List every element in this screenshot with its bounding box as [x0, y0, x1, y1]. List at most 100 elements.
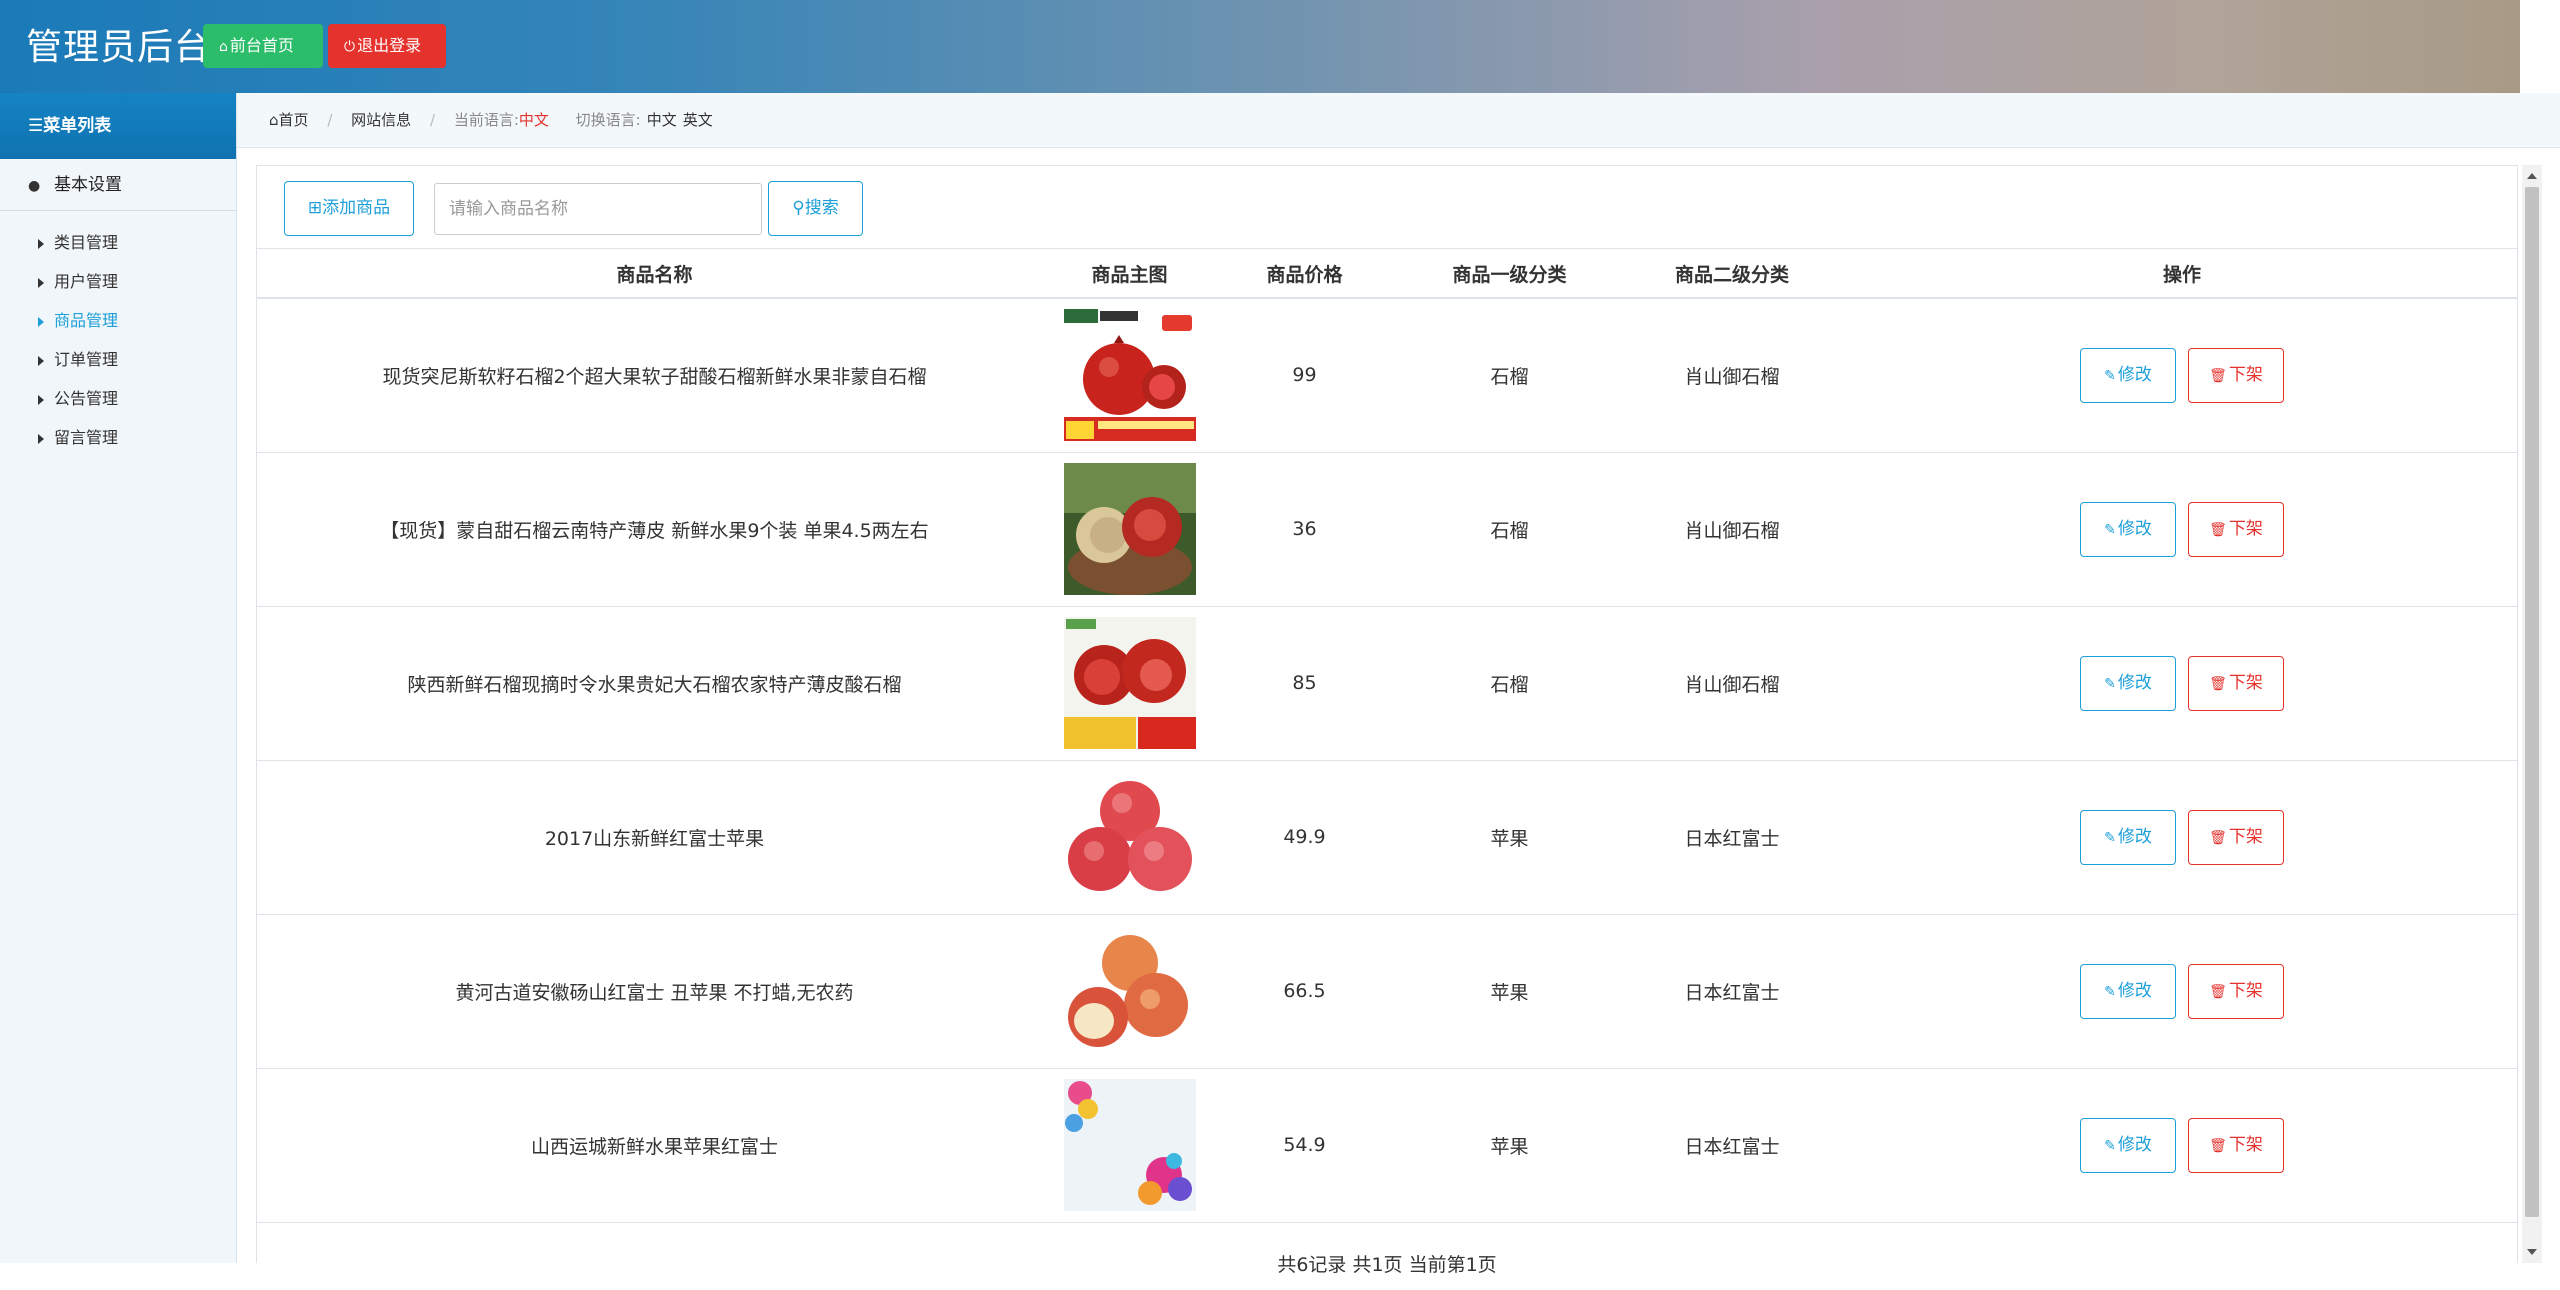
- admin-title: 管理员后台: [26, 27, 212, 68]
- product-name: 黄河古道安徽砀山红富士 丑苹果 不打蜡,无农药: [257, 914, 1052, 1069]
- edit-icon: ✎: [2104, 675, 2116, 692]
- remove-button[interactable]: 🗑 下架: [2188, 963, 2285, 1019]
- remove-button[interactable]: 🗑 下架: [2188, 1117, 2285, 1173]
- product-category-2: 日本红富士: [1617, 760, 1847, 915]
- home-button[interactable]: ⌂ 前台首页: [203, 24, 323, 68]
- column-header-image: 商品主图: [1052, 249, 1207, 299]
- user-icon: ●: [28, 178, 41, 194]
- product-image-apples-red: [1063, 771, 1196, 903]
- switch-lang-label: 切换语言:: [575, 111, 641, 129]
- current-lang-label: 当前语言:: [453, 111, 519, 129]
- caret-right-icon: [38, 277, 44, 288]
- logout-button[interactable]: ⏻ 退出登录: [328, 24, 446, 68]
- trash-icon: 🗑: [2209, 829, 2227, 846]
- column-header-category-1: 商品一级分类: [1402, 249, 1617, 299]
- product-name: 现货突尼斯软籽石榴2个超大果软子甜酸石榴新鲜水果非蒙自石榴: [257, 298, 1052, 453]
- sidebar-item-orders[interactable]: 订单管理: [0, 340, 236, 379]
- product-category-2: 日本红富士: [1617, 914, 1847, 1069]
- product-image-pomegranate-promo: [1063, 309, 1196, 442]
- product-image-pomegranate-sour: [1063, 617, 1196, 749]
- sidebar-item-announcements[interactable]: 公告管理: [0, 379, 236, 418]
- toolbar: ⊞添加商品 ⚲搜索: [257, 166, 2517, 249]
- remove-button[interactable]: 🗑 下架: [2188, 347, 2285, 403]
- sidebar-item-category[interactable]: 类目管理: [0, 223, 236, 262]
- add-product-button[interactable]: ⊞添加商品: [284, 181, 414, 236]
- product-price: 36: [1207, 452, 1402, 607]
- table-row: 现货突尼斯软籽石榴2个超大果软子甜酸石榴新鲜水果非蒙自石榴 99 石榴 肖山御石…: [257, 298, 2517, 453]
- product-image-cell: [1052, 760, 1207, 915]
- edit-label: 修改: [2117, 518, 2152, 539]
- product-name: 陕西新鲜石榴现摘时令水果贵妃大石榴农家特产薄皮酸石榴: [257, 606, 1052, 761]
- product-category-2: 肖山御石榴: [1617, 606, 1847, 761]
- edit-label: 修改: [2117, 364, 2152, 385]
- edit-label: 修改: [2117, 980, 2152, 1001]
- search-input[interactable]: [434, 183, 762, 235]
- sidebar-item-label: 类目管理: [54, 233, 119, 252]
- scroll-up-icon[interactable]: [2527, 173, 2537, 179]
- sidebar-item-label: 商品管理: [54, 311, 119, 330]
- scroll-down-icon[interactable]: [2527, 1249, 2537, 1255]
- product-category-1: 苹果: [1402, 760, 1617, 915]
- trash-icon: 🗑: [2209, 367, 2227, 384]
- edit-button[interactable]: ✎ 修改: [2079, 347, 2176, 403]
- product-price: 85: [1207, 606, 1402, 761]
- lang-en-link[interactable]: 英文: [683, 111, 713, 129]
- breadcrumb-home[interactable]: 首页: [279, 111, 309, 129]
- edit-button[interactable]: ✎ 修改: [2079, 963, 2176, 1019]
- scrollbar-thumb[interactable]: [2525, 187, 2539, 1217]
- sidebar-group-basic-settings[interactable]: ● 基本设置: [0, 159, 236, 211]
- sidebar-item-label: 订单管理: [54, 350, 119, 369]
- product-category-1: 石榴: [1402, 452, 1617, 607]
- breadcrumb-site-info[interactable]: 网站信息: [351, 111, 411, 129]
- product-image-pomegranate-basket: [1063, 463, 1196, 595]
- search-button-label: 搜索: [804, 198, 839, 218]
- row-actions: ✎ 修改 🗑 下架: [1847, 760, 2517, 915]
- vertical-scrollbar[interactable]: [2522, 165, 2542, 1263]
- sidebar-item-products[interactable]: 商品管理: [0, 301, 236, 340]
- product-category-2: 肖山御石榴: [1617, 298, 1847, 453]
- edit-icon: ✎: [2104, 1137, 2116, 1154]
- table-row: 陕西新鲜石榴现摘时令水果贵妃大石榴农家特产薄皮酸石榴 85 石榴 肖山御石榴 ✎…: [257, 606, 2517, 761]
- edit-button[interactable]: ✎ 修改: [2079, 655, 2176, 711]
- sidebar-item-messages[interactable]: 留言管理: [0, 418, 236, 457]
- column-header-name: 商品名称: [257, 249, 1052, 299]
- caret-right-icon: [38, 316, 44, 327]
- lang-zh-link[interactable]: 中文: [647, 111, 677, 129]
- table-row: 山西运城新鲜水果苹果红富士 54.9 苹果 日本红富士 ✎ 修改 🗑 下架: [257, 1068, 2517, 1223]
- edit-button[interactable]: ✎ 修改: [2079, 501, 2176, 557]
- edit-button[interactable]: ✎ 修改: [2079, 809, 2176, 865]
- edit-icon: ✎: [2104, 829, 2116, 846]
- plus-square-icon: ⊞: [307, 198, 323, 218]
- product-category-1: 苹果: [1402, 1068, 1617, 1223]
- column-header-price: 商品价格: [1207, 249, 1402, 299]
- remove-button[interactable]: 🗑 下架: [2188, 655, 2285, 711]
- product-price: 99: [1207, 298, 1402, 453]
- home-button-label: 前台首页: [229, 36, 294, 55]
- group-label: 基本设置: [54, 175, 122, 195]
- power-icon: ⏻: [344, 39, 356, 55]
- add-product-label: 添加商品: [322, 198, 391, 218]
- home-icon: ⌂: [269, 111, 279, 129]
- sidebar-menu: 类目管理 用户管理 商品管理 订单管理 公告管理 留言管理: [0, 211, 236, 457]
- edit-button[interactable]: ✎ 修改: [2079, 1117, 2176, 1173]
- remove-button[interactable]: 🗑 下架: [2188, 501, 2285, 557]
- product-panel: ⊞添加商品 ⚲搜索 商品名称 商品主图 商品价格 商品一级分类 商品二级分类 操…: [256, 165, 2518, 1276]
- search-button[interactable]: ⚲搜索: [768, 181, 863, 236]
- row-actions: ✎ 修改 🗑 下架: [1847, 452, 2517, 607]
- remove-button[interactable]: 🗑 下架: [2188, 809, 2285, 865]
- top-header: 管理员后台 ⌂ 前台首页 ⏻ 退出登录: [0, 0, 2520, 93]
- row-actions: ✎ 修改 🗑 下架: [1847, 1068, 2517, 1223]
- caret-right-icon: [38, 433, 44, 444]
- caret-right-icon: [38, 238, 44, 249]
- menu-title: 菜单列表: [43, 116, 112, 136]
- breadcrumb-separator: /: [327, 111, 333, 129]
- table-row: 2017山东新鲜红富士苹果 49.9 苹果 日本红富士 ✎ 修改 🗑 下架: [257, 760, 2517, 915]
- trash-icon: 🗑: [2209, 983, 2227, 1000]
- remove-label: 下架: [2228, 518, 2263, 539]
- product-name: 【现货】蒙自甜石榴云南特产薄皮 新鲜水果9个装 单果4.5两左右: [257, 452, 1052, 607]
- list-icon: ☰: [28, 116, 44, 136]
- product-price: 54.9: [1207, 1068, 1402, 1223]
- sidebar-item-users[interactable]: 用户管理: [0, 262, 236, 301]
- remove-label: 下架: [2228, 826, 2263, 847]
- home-icon: ⌂: [219, 39, 228, 55]
